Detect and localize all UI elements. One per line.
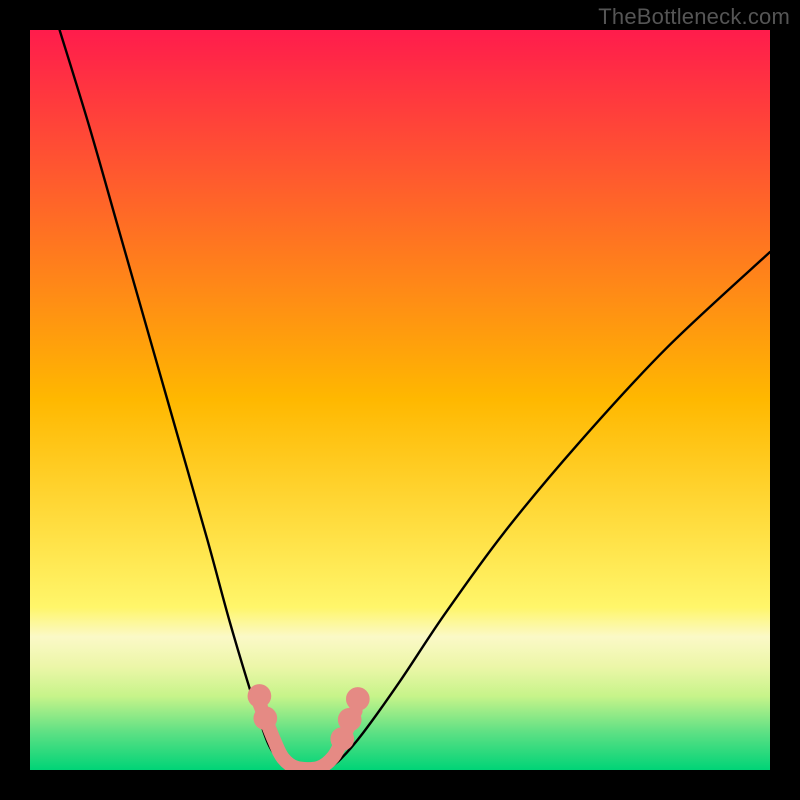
left-curve (60, 30, 289, 770)
basin-marker (248, 684, 272, 708)
basin-marker (346, 687, 370, 711)
plot-area (30, 30, 770, 770)
basin-marker (253, 706, 277, 730)
chart-frame: TheBottleneck.com (0, 0, 800, 800)
watermark-text: TheBottleneck.com (598, 4, 790, 30)
curves-layer (30, 30, 770, 770)
basin-marker (338, 708, 362, 732)
right-curve (326, 252, 770, 770)
